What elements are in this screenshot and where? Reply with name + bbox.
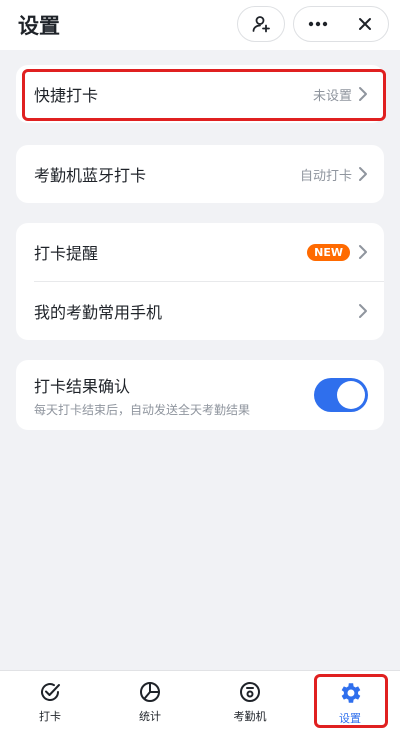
quick-checkin-card: 快捷打卡 未设置 [16, 65, 384, 123]
tab-settings-label: 设置 [339, 712, 361, 725]
page-title: 设置 [18, 14, 60, 38]
more-icon [308, 21, 327, 27]
tab-checkin-label: 打卡 [39, 710, 61, 723]
result-confirm-row: 打卡结果确认 每天打卡结束后，自动发送全天考勤结果 [16, 360, 384, 430]
result-confirm-label: 打卡结果确认 [34, 376, 131, 396]
result-confirm-card: 打卡结果确认 每天打卡结束后，自动发送全天考勤结果 [16, 360, 384, 430]
bluetooth-card: 考勤机蓝牙打卡 自动打卡 [16, 145, 384, 203]
close-button[interactable] [341, 7, 388, 41]
bluetooth-checkin-label: 考勤机蓝牙打卡 [34, 166, 147, 185]
chevron-right-icon [359, 245, 367, 259]
tab-statistics-label: 统计 [139, 710, 161, 723]
new-badge: NEW [307, 243, 350, 261]
quick-checkin-row[interactable]: 快捷打卡 未设置 [16, 65, 384, 123]
tab-settings[interactable]: 设置 [300, 671, 400, 733]
tab-statistics[interactable]: 统计 [100, 671, 200, 733]
checkin-reminder-row[interactable]: 打卡提醒 NEW [16, 223, 384, 281]
toggle-knob [337, 381, 365, 409]
bluetooth-checkin-value: 自动打卡 [299, 168, 352, 184]
tab-checkin[interactable]: 打卡 [0, 671, 100, 733]
pie-chart-icon [140, 682, 160, 702]
checkin-reminder-label: 打卡提醒 [34, 244, 99, 263]
bluetooth-checkin-row[interactable]: 考勤机蓝牙打卡 自动打卡 [16, 145, 384, 203]
header: 设置 [0, 0, 400, 50]
quick-checkin-value: 未设置 [312, 88, 352, 104]
add-member-button[interactable] [237, 6, 285, 42]
chevron-right-icon [359, 87, 367, 101]
checkmark-icon [41, 683, 60, 701]
attendance-machine-icon [240, 682, 260, 702]
result-confirm-description: 每天打卡结束后，自动发送全天考勤结果 [34, 402, 251, 417]
common-phone-row[interactable]: 我的考勤常用手机 [16, 282, 384, 340]
quick-checkin-label: 快捷打卡 [34, 86, 99, 105]
common-phone-label: 我的考勤常用手机 [34, 303, 163, 322]
header-actions [293, 6, 389, 42]
result-confirm-toggle[interactable] [314, 378, 368, 412]
tab-attendance-machine-label: 考勤机 [233, 710, 267, 723]
chevron-right-icon [359, 304, 367, 318]
gear-icon [341, 683, 361, 703]
bottom-tab-bar: 打卡 统计 考勤机 设置 [0, 670, 400, 733]
tab-attendance-machine[interactable]: 考勤机 [200, 671, 300, 733]
close-icon [358, 18, 371, 30]
chevron-right-icon [359, 167, 367, 181]
add-person-icon [252, 16, 270, 33]
more-button[interactable] [294, 7, 341, 41]
reminder-card: 打卡提醒 NEW 我的考勤常用手机 [16, 223, 384, 340]
